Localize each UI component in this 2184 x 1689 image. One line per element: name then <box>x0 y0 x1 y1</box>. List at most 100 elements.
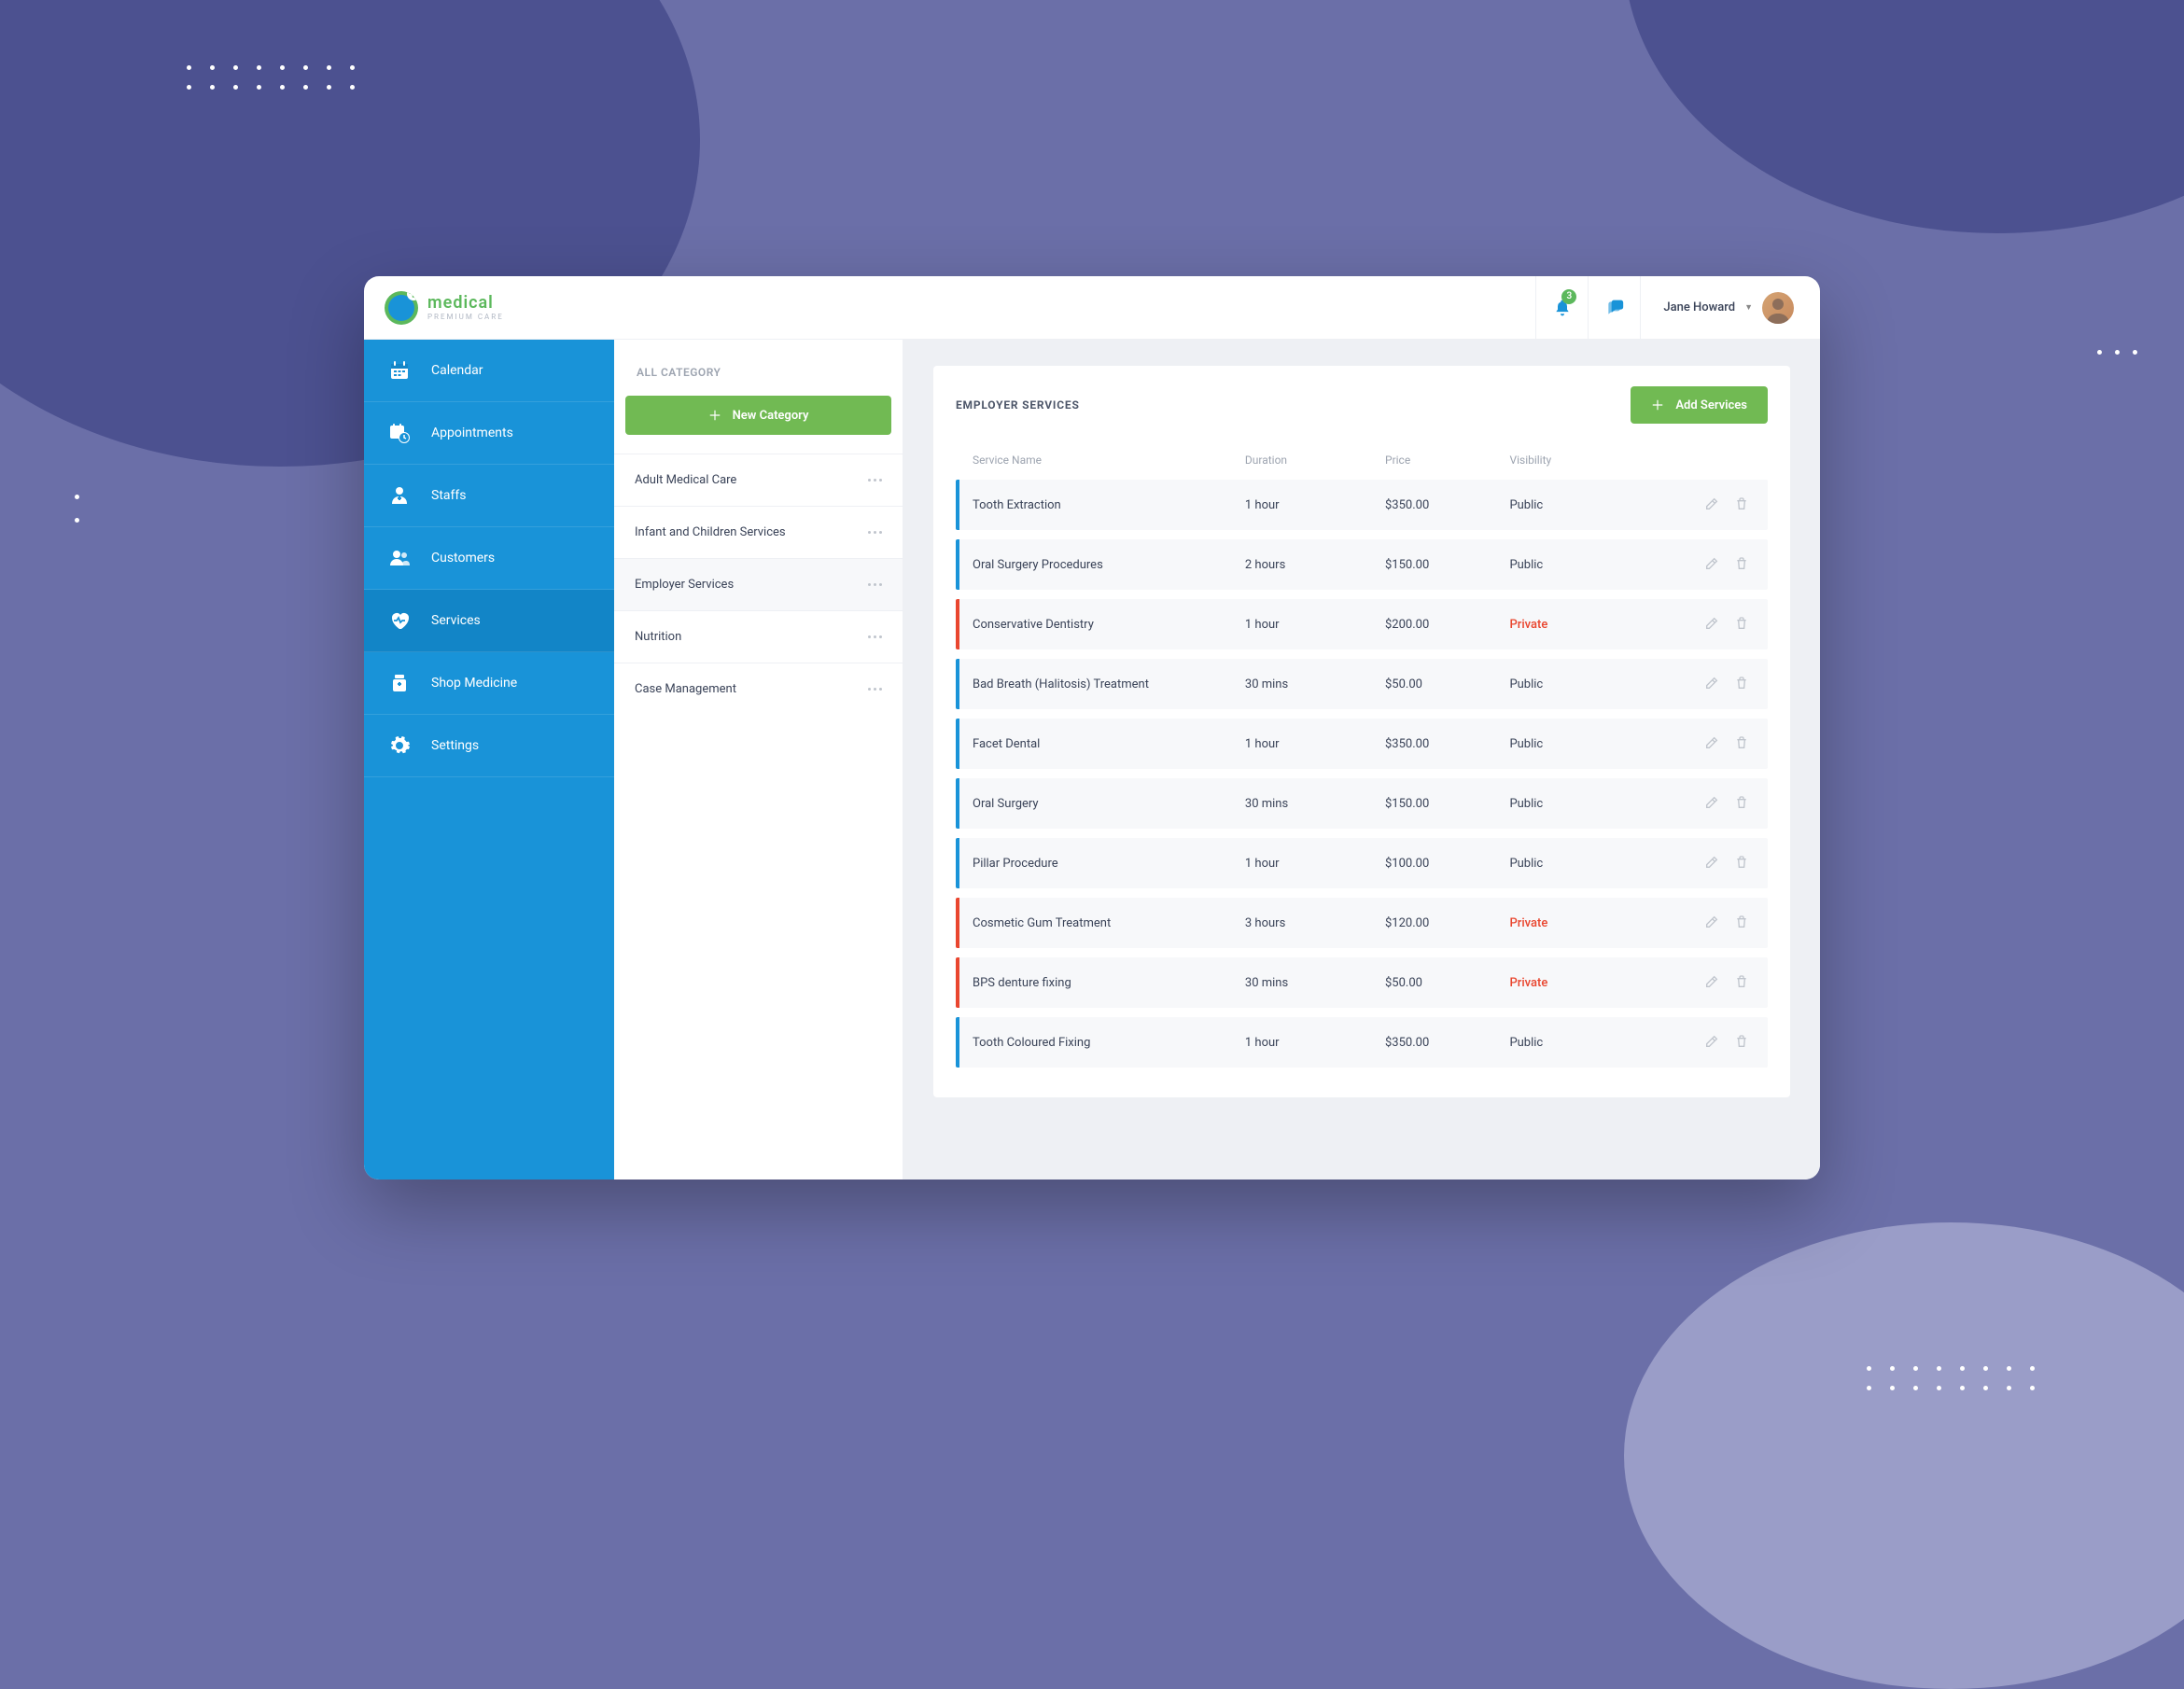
sidebar-item-shop-medicine[interactable]: Shop Medicine <box>364 652 614 715</box>
category-item[interactable]: Infant and Children Services <box>614 506 903 558</box>
sidebar-item-label: Appointments <box>431 426 513 440</box>
category-panel: ALL CATEGORY New Category Adult Medical … <box>614 340 903 1180</box>
edit-icon[interactable] <box>1704 855 1721 872</box>
cell-visibility: Public <box>1509 797 1633 811</box>
delete-icon[interactable] <box>1734 496 1751 513</box>
sidebar-item-calendar[interactable]: Calendar <box>364 340 614 402</box>
table-row[interactable]: Oral Surgery Procedures2 hours$150.00Pub… <box>956 539 1768 590</box>
table-row[interactable]: Cosmetic Gum Treatment3 hours$120.00Priv… <box>956 898 1768 948</box>
more-icon[interactable] <box>868 688 882 691</box>
add-services-button[interactable]: Add Services <box>1631 386 1768 424</box>
sidebar-item-label: Shop Medicine <box>431 676 517 691</box>
table-row[interactable]: Tooth Coloured Fixing1 hour$350.00Public <box>956 1017 1768 1068</box>
table-row[interactable]: Tooth Extraction1 hour$350.00Public <box>956 480 1768 530</box>
cell-visibility: Public <box>1509 498 1633 512</box>
cell-price: $50.00 <box>1385 677 1509 691</box>
cell-price: $100.00 <box>1385 857 1509 871</box>
add-services-label: Add Services <box>1675 398 1747 412</box>
brand-subtitle: PREMIUM CARE <box>427 314 504 321</box>
category-item[interactable]: Nutrition <box>614 610 903 663</box>
edit-icon[interactable] <box>1704 496 1721 513</box>
table-row[interactable]: Facet Dental1 hour$350.00Public <box>956 719 1768 769</box>
edit-icon[interactable] <box>1704 914 1721 931</box>
cell-duration: 1 hour <box>1245 857 1385 871</box>
cell-duration: 30 mins <box>1245 976 1385 990</box>
medicine-icon <box>388 672 411 694</box>
delete-icon[interactable] <box>1734 735 1751 752</box>
edit-icon[interactable] <box>1704 1034 1721 1051</box>
cell-duration: 1 hour <box>1245 618 1385 632</box>
sidebar-item-customers[interactable]: Customers <box>364 527 614 590</box>
delete-icon[interactable] <box>1734 616 1751 633</box>
panel-title: EMPLOYER SERVICES <box>956 398 1080 412</box>
cell-duration: 1 hour <box>1245 498 1385 512</box>
category-label: Adult Medical Care <box>635 473 736 487</box>
logo[interactable]: medical PREMIUM CARE <box>385 291 504 325</box>
delete-icon[interactable] <box>1734 1034 1751 1051</box>
sidebar-item-label: Services <box>431 613 481 628</box>
cell-duration: 30 mins <box>1245 797 1385 811</box>
table-row[interactable]: Conservative Dentistry1 hour$200.00Priva… <box>956 599 1768 649</box>
sidebar-item-label: Calendar <box>431 363 483 378</box>
delete-icon[interactable] <box>1734 974 1751 991</box>
more-icon[interactable] <box>868 583 882 586</box>
delete-icon[interactable] <box>1734 556 1751 573</box>
edit-icon[interactable] <box>1704 616 1721 633</box>
cell-price: $350.00 <box>1385 737 1509 751</box>
sidebar-item-staffs[interactable]: Staffs <box>364 465 614 527</box>
cell-name: Oral Surgery <box>973 797 1245 811</box>
sidebar-item-settings[interactable]: Settings <box>364 715 614 777</box>
delete-icon[interactable] <box>1734 676 1751 692</box>
cell-price: $150.00 <box>1385 558 1509 572</box>
sidebar-item-label: Staffs <box>431 488 466 503</box>
chevron-down-icon: ▼ <box>1744 302 1753 313</box>
cell-price: $50.00 <box>1385 976 1509 990</box>
table-row[interactable]: Pillar Procedure1 hour$100.00Public <box>956 838 1768 888</box>
brand-title: medical <box>427 295 504 312</box>
gear-icon <box>388 734 411 757</box>
cell-name: Bad Breath (Halitosis) Treatment <box>973 677 1245 691</box>
table-row[interactable]: BPS denture fixing30 mins$50.00Private <box>956 957 1768 1008</box>
category-item[interactable]: Adult Medical Care <box>614 454 903 506</box>
delete-icon[interactable] <box>1734 795 1751 812</box>
notification-badge: 3 <box>1561 289 1576 304</box>
cell-duration: 2 hours <box>1245 558 1385 572</box>
category-item[interactable]: Employer Services <box>614 558 903 610</box>
chat-icon <box>1605 299 1624 317</box>
cell-price: $120.00 <box>1385 916 1509 930</box>
col-name: Service Name <box>973 454 1245 467</box>
cell-visibility: Public <box>1509 737 1633 751</box>
more-icon[interactable] <box>868 531 882 534</box>
cell-visibility: Public <box>1509 677 1633 691</box>
sidebar-item-appointments[interactable]: Appointments <box>364 402 614 465</box>
sidebar-item-services[interactable]: Services <box>364 590 614 652</box>
category-label: Case Management <box>635 682 736 696</box>
sidebar-item-label: Settings <box>431 738 479 753</box>
col-price: Price <box>1385 454 1509 467</box>
edit-icon[interactable] <box>1704 556 1721 573</box>
edit-icon[interactable] <box>1704 676 1721 692</box>
cell-name: Cosmetic Gum Treatment <box>973 916 1245 930</box>
col-visibility: Visibility <box>1509 454 1633 467</box>
calendar-clock-icon <box>388 422 411 444</box>
more-icon[interactable] <box>868 479 882 482</box>
user-menu[interactable]: Jane Howard ▼ <box>1640 276 1794 340</box>
messages-button[interactable] <box>1588 276 1640 340</box>
edit-icon[interactable] <box>1704 735 1721 752</box>
edit-icon[interactable] <box>1704 974 1721 991</box>
delete-icon[interactable] <box>1734 855 1751 872</box>
cell-price: $350.00 <box>1385 498 1509 512</box>
heart-icon <box>388 609 411 632</box>
new-category-button[interactable]: New Category <box>625 396 891 435</box>
app-body: Calendar Appointments Staffs Customers Servi… <box>364 340 1820 1180</box>
delete-icon[interactable] <box>1734 914 1751 931</box>
table-row[interactable]: Bad Breath (Halitosis) Treatment30 mins$… <box>956 659 1768 709</box>
table-row[interactable]: Oral Surgery30 mins$150.00Public <box>956 778 1768 829</box>
edit-icon[interactable] <box>1704 795 1721 812</box>
more-icon[interactable] <box>868 635 882 638</box>
user-name: Jane Howard <box>1663 300 1735 314</box>
cell-duration: 1 hour <box>1245 1036 1385 1050</box>
category-item[interactable]: Case Management <box>614 663 903 715</box>
cell-visibility: Private <box>1509 916 1633 930</box>
notifications-button[interactable]: 3 <box>1535 276 1588 340</box>
